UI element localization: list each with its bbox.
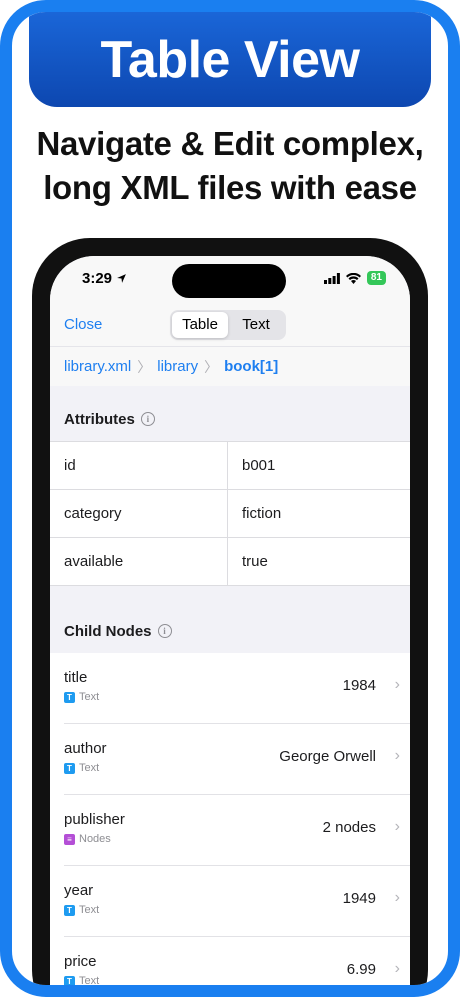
attribute-key[interactable]: id [50,442,228,489]
node-value: 2 nodes [322,819,376,836]
table-row: category fiction [50,490,410,538]
node-type: T Text [64,904,99,916]
promo-frame: Table View Navigate & Edit complex, long… [0,0,460,997]
node-value: 6.99 [346,961,376,978]
node-type: T Text [64,975,99,985]
view-mode-segmented-control: Table Text [170,310,286,340]
node-name: author [64,740,107,757]
nav-bar: Close Table Text [50,304,410,346]
info-icon[interactable]: i [140,412,155,426]
node-type: T Text [64,762,99,774]
promo-banner: Table View [29,12,431,107]
breadcrumb-item-library[interactable]: library [157,358,198,375]
chevron-right-icon: › [394,676,400,693]
list-icon: ≡ [64,833,75,845]
child-nodes-header-label: Child Nodes [64,622,152,640]
node-value: 1984 [342,677,376,694]
list-item[interactable]: year T Text 1949 › [64,866,410,937]
headline-line-2: long XML files with ease [43,169,417,206]
attribute-key[interactable]: available [50,538,228,585]
list-item[interactable]: publisher ≡ Nodes 2 nodes › [64,795,410,866]
chevron-right-icon: 〉 [204,358,219,375]
node-name: publisher [64,811,125,828]
attribute-key[interactable]: category [50,490,228,537]
child-nodes-list: title T Text 1984 › author T Text George… [50,653,410,985]
chevron-right-icon: 〉 [137,358,152,375]
location-arrow-icon [117,274,127,283]
node-name: year [64,882,94,899]
child-nodes-section-header: Child Nodes i [50,616,410,646]
node-name: price [64,953,97,970]
breadcrumb-item-current: book[1] [224,358,279,375]
attribute-value[interactable]: true [228,538,406,585]
app-screen: 3:29 81 Close Table Text library.xml 〉 l… [50,256,410,985]
chevron-right-icon: › [394,889,400,906]
battery-indicator: 81 [366,271,386,285]
list-item[interactable]: author T Text George Orwell › [64,724,410,795]
phone-mockup: 3:29 81 Close Table Text library.xml 〉 l… [32,238,428,985]
breadcrumb: library.xml 〉 library 〉 book[1] [50,346,410,386]
node-value: George Orwell [279,748,376,765]
chevron-right-icon: › [394,747,400,764]
attributes-table: id b001 category fiction available true [50,441,410,586]
wifi-icon [345,272,361,284]
tab-table[interactable]: Table [172,312,228,338]
chevron-right-icon: › [394,818,400,835]
chevron-right-icon: › [394,960,400,977]
headline-line-1: Navigate & Edit complex, [36,125,424,162]
banner-title: Table View [100,30,360,89]
table-row: available true [50,538,410,586]
tab-text[interactable]: Text [228,312,284,338]
dynamic-island [172,264,286,298]
breadcrumb-item-file[interactable]: library.xml [64,358,131,375]
table-row: id b001 [50,442,410,490]
info-icon[interactable]: i [157,624,172,638]
close-button[interactable]: Close [64,316,102,333]
node-name: title [64,669,88,686]
cellular-signal-icon [323,272,340,284]
node-type: ≡ Nodes [64,833,111,845]
status-icons: 81 [323,271,386,285]
node-type: T Text [64,691,99,703]
attribute-value[interactable]: fiction [228,490,406,537]
attributes-section-header: Attributes i [50,404,410,434]
attribute-value[interactable]: b001 [228,442,406,489]
list-item[interactable]: price T Text 6.99 › [64,937,410,985]
status-bar: 3:29 81 [50,256,410,304]
node-value: 1949 [342,890,376,907]
attributes-header-label: Attributes [64,410,135,428]
text-type-icon: T [64,691,75,703]
text-type-icon: T [64,975,75,985]
text-type-icon: T [64,762,75,774]
text-type-icon: T [64,904,75,916]
list-item[interactable]: title T Text 1984 › [64,653,410,724]
promo-headline: Navigate & Edit complex, long XML files … [12,122,448,210]
status-time: 3:29 [82,270,127,287]
